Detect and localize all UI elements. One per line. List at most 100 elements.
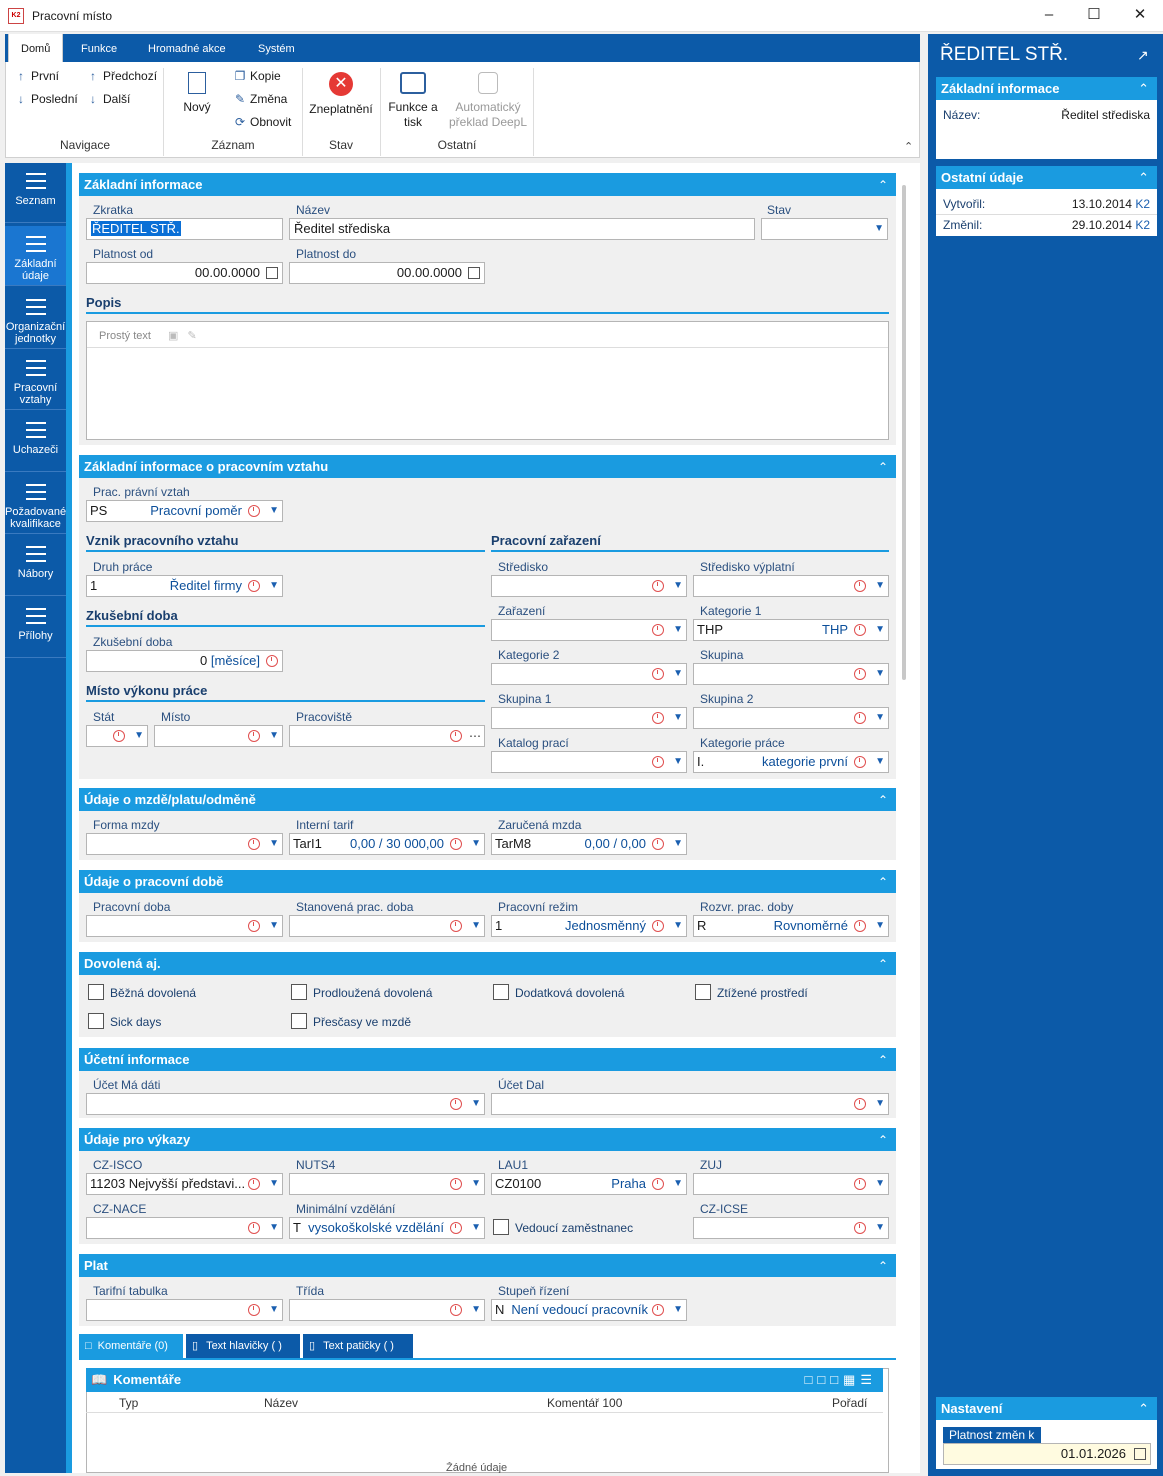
dal-field[interactable]: ▼: [491, 1093, 889, 1115]
section-header-vykazy[interactable]: Údaje pro výkazy ⌃: [79, 1128, 896, 1151]
nav-item-2[interactable]: Organizační jednotky: [5, 289, 66, 349]
rp-nastaveni-header[interactable]: Nastavení ⌃: [936, 1397, 1157, 1420]
col-poradi[interactable]: Pořadí: [832, 1396, 867, 1410]
zuj-field[interactable]: ▼: [693, 1173, 889, 1195]
katalog-field[interactable]: ▼: [491, 751, 687, 773]
tab-hromadne-akce[interactable]: Hromadné akce: [136, 34, 238, 62]
nazev-field[interactable]: Ředitel střediska: [289, 218, 755, 240]
col-nazev[interactable]: Název: [264, 1396, 298, 1410]
skupina2-field[interactable]: ▼: [693, 707, 889, 729]
ma-dati-field[interactable]: ▼: [86, 1093, 485, 1115]
grid-toolbar-icons[interactable]: □□□▦☰: [805, 1368, 878, 1392]
stat-field[interactable]: ▼: [86, 725, 148, 747]
rp-ostatni-header[interactable]: Ostatní údaje ⌃: [936, 166, 1157, 189]
section-header-dovolena[interactable]: Dovolená aj. ⌃: [79, 952, 896, 975]
stredisko-vyplatni-field[interactable]: ▼: [693, 575, 889, 597]
prac-pravni-field[interactable]: PS Pracovní poměr ▼: [86, 500, 283, 522]
platnost-do-field[interactable]: 00.00.0000: [289, 262, 485, 284]
icse-field[interactable]: ▼: [693, 1217, 889, 1239]
maximize-button[interactable]: ☐: [1071, 0, 1117, 32]
skupina1-field[interactable]: ▼: [491, 707, 687, 729]
popis-editor[interactable]: Prostý text ▣ ✎: [86, 321, 889, 440]
nav-item-1[interactable]: Základní údaje: [5, 226, 66, 286]
skupina-field[interactable]: ▼: [693, 663, 889, 685]
copy-button[interactable]: ❐ Kopie: [233, 69, 281, 83]
section-header-plat[interactable]: Plat ⌃: [79, 1254, 896, 1277]
dovolena-checkbox-0[interactable]: [88, 984, 104, 1000]
vzdelani-field[interactable]: Tvysokoškolské vzdělání ▼: [289, 1217, 485, 1239]
zkusebni-field[interactable]: 0 [měsíce]: [86, 650, 283, 672]
kategorie2-field[interactable]: ▼: [491, 663, 687, 685]
scrollbar-thumb[interactable]: [902, 185, 906, 680]
insert-icon[interactable]: ▣: [168, 330, 178, 342]
collapse-icon[interactable]: ⌃: [878, 870, 888, 894]
stupen-field[interactable]: N Není vedoucí pracovník ▼: [491, 1299, 687, 1321]
nav-item-7[interactable]: Přílohy: [5, 598, 66, 658]
tab-komentare[interactable]: □ Komentáře (0): [79, 1334, 183, 1358]
popout-icon[interactable]: ↗: [1137, 47, 1149, 64]
nav-item-6[interactable]: Nábory: [5, 536, 66, 596]
dovolena-checkbox-4[interactable]: [88, 1013, 104, 1029]
functions-print-button[interactable]: Funkce a tisk: [384, 72, 442, 130]
last-button[interactable]: ↓ Poslední: [14, 92, 78, 106]
deepl-translate-button[interactable]: Automatický překlad DeepL: [446, 72, 530, 130]
zarazeni-field[interactable]: ▼: [491, 619, 687, 641]
col-komentar[interactable]: Komentář 100: [547, 1396, 622, 1410]
rezim-field[interactable]: 1 Jednosměnný ▼: [491, 915, 687, 937]
section-header-mzda[interactable]: Údaje o mzdě/platu/odměně ⌃: [79, 788, 896, 811]
nace-field[interactable]: ▼: [86, 1217, 283, 1239]
edit-button[interactable]: ✎ Změna: [233, 92, 287, 106]
format-select[interactable]: Prostý text: [99, 330, 151, 342]
stav-field[interactable]: ▼: [761, 218, 888, 240]
rozvrh-field[interactable]: R Rovnoměrné ▼: [693, 915, 889, 937]
tab-domu[interactable]: Domů: [8, 34, 64, 62]
new-button[interactable]: Nový: [174, 72, 220, 115]
zkratka-field[interactable]: ŘEDITEL STŘ.: [86, 218, 283, 240]
collapse-icon[interactable]: ⌃: [878, 952, 888, 976]
tarif-field[interactable]: TarI1 0,00 / 30 000,00 ▼: [289, 833, 485, 855]
tab-text-hlavicky[interactable]: ▯ Text hlavičky ( ): [186, 1334, 300, 1358]
section-header-vztah[interactable]: Základní informace o pracovním vztahu ⌃: [79, 455, 896, 478]
collapse-icon[interactable]: ⌃: [878, 1128, 888, 1152]
refresh-button[interactable]: ⟳ Obnovit: [233, 115, 291, 129]
dovolena-checkbox-5[interactable]: [291, 1013, 307, 1029]
pracoviste-field[interactable]: ⋯: [289, 725, 485, 747]
collapse-icon[interactable]: ⌃: [878, 1048, 888, 1072]
stredisko-field[interactable]: ▼: [491, 575, 687, 597]
tabulka-field[interactable]: ▼: [86, 1299, 283, 1321]
collapse-icon[interactable]: ⌃: [878, 1254, 888, 1278]
calendar-icon[interactable]: [468, 267, 480, 279]
first-button[interactable]: ↑ První: [14, 69, 59, 83]
section-header-ucetni[interactable]: Účetní informace ⌃: [79, 1048, 896, 1071]
pencil-icon[interactable]: ✎: [188, 330, 197, 342]
collapse-icon[interactable]: ⌃: [878, 455, 888, 479]
nav-item-3[interactable]: Pracovní vztahy: [5, 350, 66, 410]
dovolena-checkbox-3[interactable]: [695, 984, 711, 1000]
tab-funkce[interactable]: Funkce: [69, 34, 129, 62]
minimize-button[interactable]: –: [1026, 0, 1072, 32]
isco-field[interactable]: 11203 Nejvyšší představi... ▼: [86, 1173, 283, 1195]
calendar-icon[interactable]: [266, 267, 278, 279]
kategorie1-field[interactable]: THP THP ▼: [693, 619, 889, 641]
lau-field[interactable]: CZ0100 Praha ▼: [491, 1173, 687, 1195]
kategorie-prace-field[interactable]: I. kategorie první ▼: [693, 751, 889, 773]
tab-text-paticky[interactable]: ▯ Text patičky ( ): [303, 1334, 413, 1358]
tab-system[interactable]: Systém: [246, 34, 307, 62]
nav-item-5[interactable]: Požadované kvalifikace: [5, 474, 66, 534]
zarucena-field[interactable]: TarM8 0,00 / 0,00 ▼: [491, 833, 687, 855]
dovolena-checkbox-1[interactable]: [291, 984, 307, 1000]
nav-item-4[interactable]: Uchazeči: [5, 412, 66, 472]
platnost-od-field[interactable]: 00.00.0000: [86, 262, 283, 284]
trida-field[interactable]: ▼: [289, 1299, 485, 1321]
rp-zakladni-header[interactable]: Základní informace ⌃: [936, 77, 1157, 100]
collapse-icon[interactable]: ⌃: [878, 788, 888, 812]
invalidate-button[interactable]: ✕ Zneplatnění: [306, 72, 376, 117]
previous-button[interactable]: ↑ Předchozí: [86, 69, 157, 83]
nuts-field[interactable]: ▼: [289, 1173, 485, 1195]
collapse-icon[interactable]: ⌃: [878, 173, 888, 197]
druh-prace-field[interactable]: 1 Ředitel firmy ▼: [86, 575, 283, 597]
dropdown-icon[interactable]: ▼: [874, 219, 884, 239]
close-button[interactable]: ✕: [1117, 0, 1163, 32]
vedouci-checkbox[interactable]: [493, 1219, 509, 1235]
col-typ[interactable]: Typ: [119, 1396, 138, 1410]
